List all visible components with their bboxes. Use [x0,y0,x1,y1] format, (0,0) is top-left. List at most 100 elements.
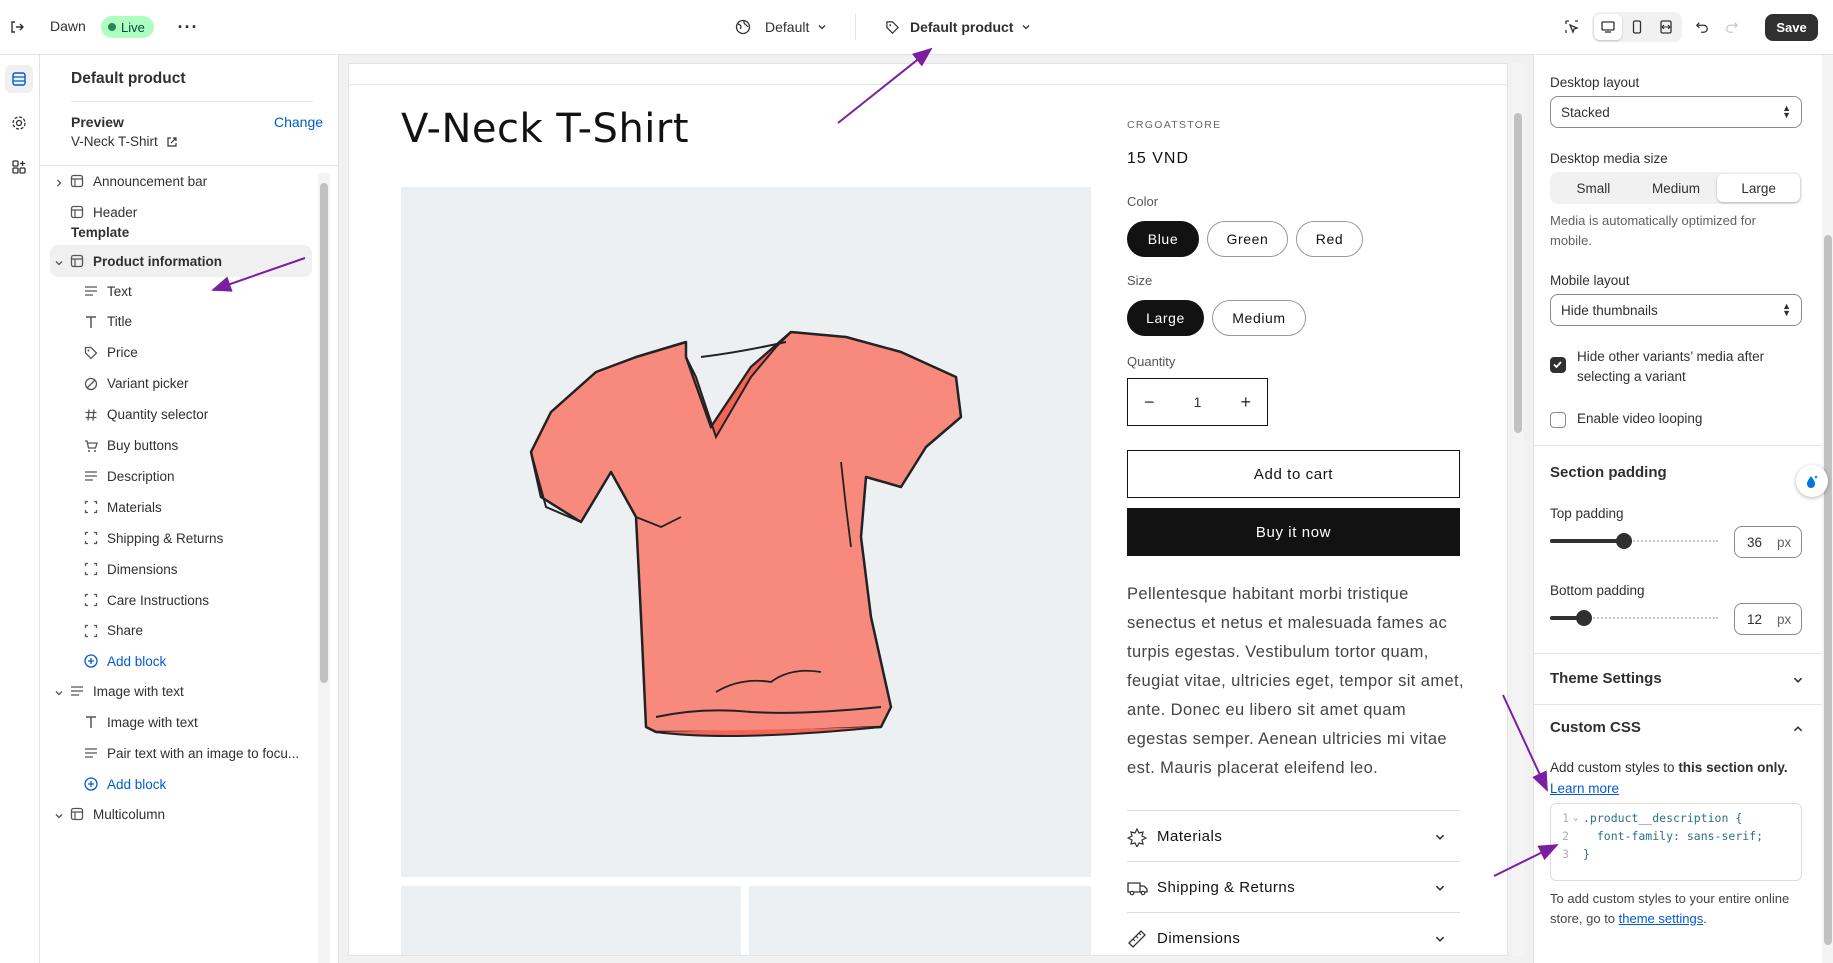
buy-it-now-button[interactable]: Buy it now [1127,508,1460,556]
chevron-down-icon [1435,885,1445,891]
media-size-small[interactable]: Small [1552,174,1635,202]
tree-item-label: Care Instructions [107,592,210,608]
block-item[interactable]: Image with text [50,706,312,738]
custom-css-toggle[interactable]: Custom CSS [1534,705,1833,753]
scrollbar-thumb[interactable] [320,183,328,683]
plus-icon[interactable]: + [1240,392,1251,413]
save-button[interactable]: Save [1765,14,1818,41]
block-item[interactable]: Shipping & Returns [50,522,312,554]
block-item[interactable]: Text [50,275,312,307]
add-to-cart-button[interactable]: Add to cart [1127,450,1460,498]
product-image[interactable] [401,187,1091,877]
size-option-medium[interactable]: Medium [1212,300,1306,336]
hide-variants-checkbox[interactable] [1550,357,1566,373]
divider [71,101,313,102]
block-item[interactable]: Quantity selector [50,399,312,431]
scrollbar-track[interactable] [318,173,330,963]
sidebar-item-header[interactable]: Header [50,196,312,228]
color-option-green[interactable]: Green [1207,221,1288,257]
top-padding-slider[interactable] [1550,533,1718,549]
sections-icon[interactable] [5,65,33,93]
apps-icon[interactable] [5,153,33,181]
color-option-blue[interactable]: Blue [1127,221,1199,257]
block-item[interactable]: Care Instructions [50,584,312,616]
desktop-view-icon[interactable] [1594,14,1622,40]
more-actions-icon[interactable]: ··· [176,16,200,38]
mobile-layout-select[interactable]: Hide thumbnails ▲ ▼ [1550,294,1802,326]
block-item[interactable]: Variant picker [50,368,312,400]
add-block-button[interactable]: Add block [50,768,312,800]
preview-product[interactable]: V-Neck T-Shirt [71,134,178,149]
block-item[interactable]: Materials [50,491,312,523]
block-item[interactable]: Buy buttons [50,430,312,462]
plus-circle-icon [84,654,98,668]
add-block-button[interactable]: Add block [50,645,312,677]
top-padding-input[interactable]: 36 px [1734,526,1802,558]
block-item[interactable]: Description [50,460,312,492]
block-item[interactable]: Pair text with an image to focu... [50,737,312,769]
settings-gear-icon[interactable] [5,109,33,137]
thumbnail-2[interactable] [749,886,1091,955]
page-select[interactable]: Default product [885,16,1031,38]
css-code-editor[interactable]: 1 ⌄ .product__description {2 font-family: … [1550,803,1802,881]
color-option-red[interactable]: Red [1296,221,1363,257]
exit-icon[interactable] [6,16,28,38]
tree-item-label: Multicolumn [93,806,166,822]
sidebar-item-announcement-bar[interactable]: Announcement bar [50,165,312,197]
block-item[interactable]: Share [50,615,312,647]
media-size-segmented: Small Medium Large [1550,172,1802,204]
redo-icon[interactable] [1720,15,1744,39]
tree-item-label: Product information [93,253,222,269]
minus-icon[interactable]: − [1144,392,1155,413]
change-preview-link[interactable]: Change [274,114,323,130]
mobile-view-icon[interactable] [1623,14,1651,40]
accordion-materials[interactable]: Materials [1127,810,1460,862]
settings-scrollbar[interactable] [1822,55,1833,963]
video-looping-checkbox[interactable] [1550,412,1566,428]
sidebar-item-image-with-text[interactable]: Image with text [50,675,312,707]
template-select[interactable]: Default [735,16,827,38]
bottom-padding-slider[interactable] [1550,610,1718,626]
tshirt-illustration [529,330,963,737]
scrollbar-thumb[interactable] [1824,235,1832,945]
accordion-dimensions[interactable]: Dimensions [1127,912,1460,955]
collapsible-icon [84,624,98,638]
block-item[interactable]: Title [50,306,312,338]
theme-settings-link[interactable]: theme settings [1619,911,1704,926]
chevron-down-icon[interactable] [54,686,64,701]
slider-handle[interactable] [1576,610,1592,626]
block-item[interactable]: Price [50,337,312,369]
quantity-label: Quantity [1127,354,1176,369]
full-width-view-icon[interactable] [1652,14,1680,40]
assistant-drop-icon[interactable] [1796,465,1828,497]
accordion-shipping-returns[interactable]: Shipping & Returns [1127,861,1460,913]
sidebar-item-product-information[interactable]: Product information [50,245,312,277]
bottom-padding-input[interactable]: 12 px [1734,603,1802,635]
theme-settings-toggle[interactable]: Theme Settings [1534,654,1833,704]
media-size-medium[interactable]: Medium [1635,174,1718,202]
block-item[interactable]: Dimensions [50,553,312,585]
learn-more-link[interactable]: Learn more [1550,781,1619,796]
header-divider [349,84,1507,85]
tree-item-label: Add block [107,776,167,792]
ruler-icon [1127,929,1149,949]
desktop-layout-select[interactable]: Stacked ▲ ▼ [1550,96,1802,128]
undo-icon[interactable] [1690,15,1714,39]
chevron-down-icon[interactable] [54,256,64,271]
thumbnail-1[interactable] [401,886,741,955]
chevron-down-icon[interactable] [54,809,64,824]
text-lines-icon [84,284,98,298]
scrollbar-thumb[interactable] [1514,113,1522,433]
chevron-down-icon [1793,677,1803,683]
size-option-large[interactable]: Large [1127,300,1204,336]
chevron-right-icon[interactable] [54,176,64,191]
slider-handle[interactable] [1616,533,1632,549]
tree-item-label: Variant picker [107,376,189,392]
inspector-icon[interactable] [1560,15,1584,39]
media-size-large[interactable]: Large [1717,174,1801,202]
quantity-value[interactable]: 1 [1194,394,1202,410]
chevron-down-icon [1022,25,1030,30]
icon-rail [0,55,40,963]
sidebar-item-multicolumn[interactable]: Multicolumn [50,798,312,830]
preview-scrollbar[interactable] [1512,63,1524,956]
